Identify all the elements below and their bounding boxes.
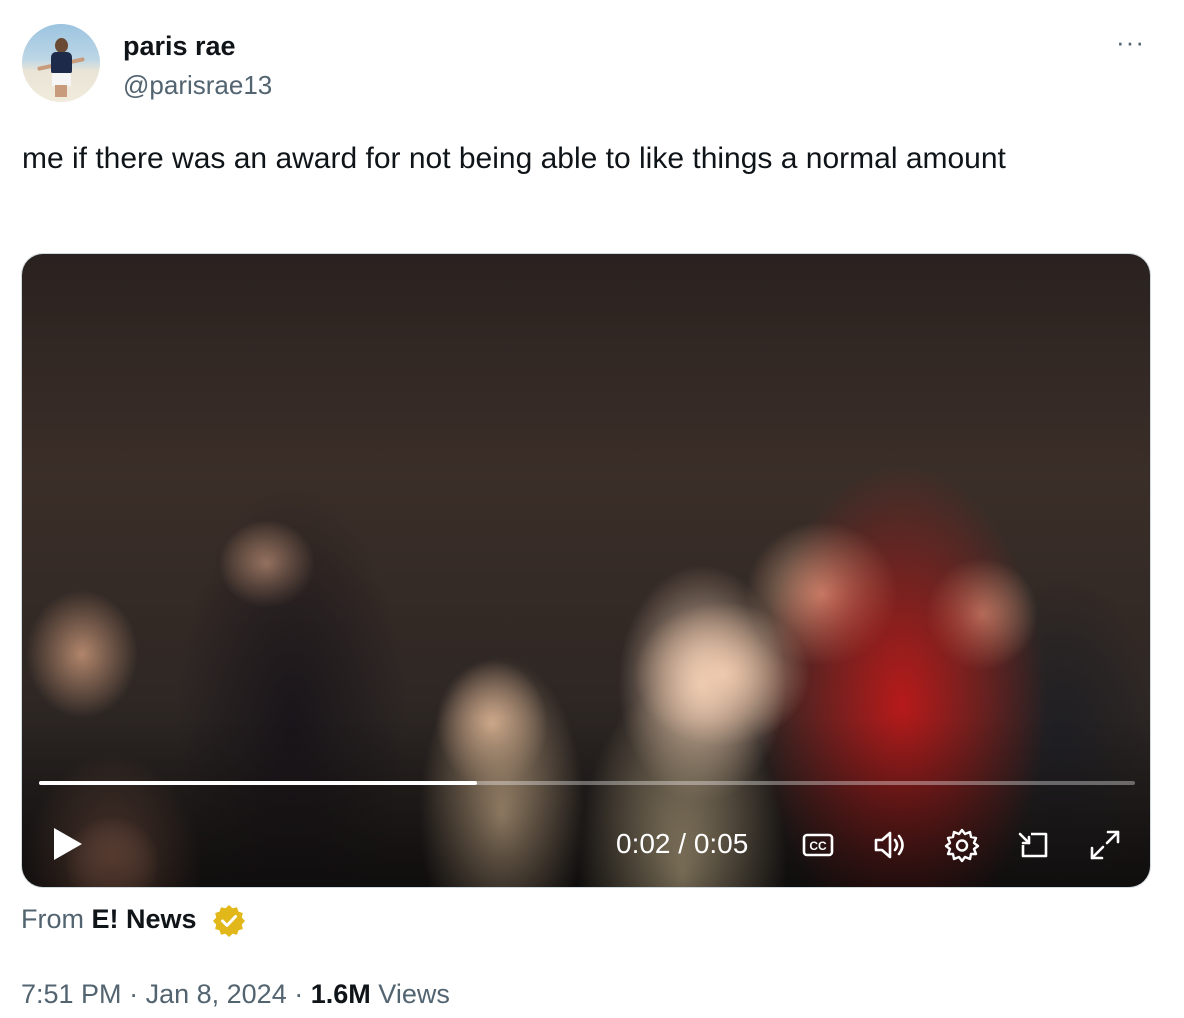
attribution-prefix: From [21, 904, 84, 934]
tweet-meta: 7:51 PM · Jan 8, 2024 · 1.6M Views [21, 977, 450, 1011]
fullscreen-icon[interactable] [1086, 826, 1124, 864]
more-options-icon[interactable]: ··· [1116, 29, 1145, 55]
video-time: 0:02 / 0:05 [616, 828, 749, 859]
video-progress-bar[interactable] [39, 781, 1135, 785]
play-icon[interactable] [50, 826, 86, 862]
closed-captions-icon[interactable]: CC [799, 826, 837, 864]
tweet-time-link[interactable]: 7:51 PM [21, 979, 122, 1009]
avatar[interactable] [22, 24, 100, 102]
display-name[interactable]: paris rae [123, 30, 236, 62]
verified-badge-icon [212, 903, 246, 937]
volume-icon[interactable] [870, 826, 908, 864]
video-player[interactable]: 0:02 / 0:05 CC [21, 253, 1151, 888]
settings-icon[interactable] [943, 826, 981, 864]
tweet-text: me if there was an award for not being a… [22, 142, 1006, 175]
user-handle[interactable]: @parisrae13 [123, 69, 272, 101]
video-attribution: From E! News [21, 902, 197, 936]
meta-separator: · [129, 979, 139, 1009]
views-count[interactable]: 1.6M [311, 979, 371, 1009]
tweet-date-link[interactable]: Jan 8, 2024 [146, 979, 287, 1009]
meta-separator: · [294, 979, 304, 1009]
picture-in-picture-icon[interactable] [1015, 826, 1053, 864]
attribution-source-link[interactable]: E! News [92, 904, 197, 934]
svg-text:CC: CC [809, 839, 827, 853]
views-label: Views [378, 979, 450, 1009]
video-progress-fill [39, 781, 478, 785]
